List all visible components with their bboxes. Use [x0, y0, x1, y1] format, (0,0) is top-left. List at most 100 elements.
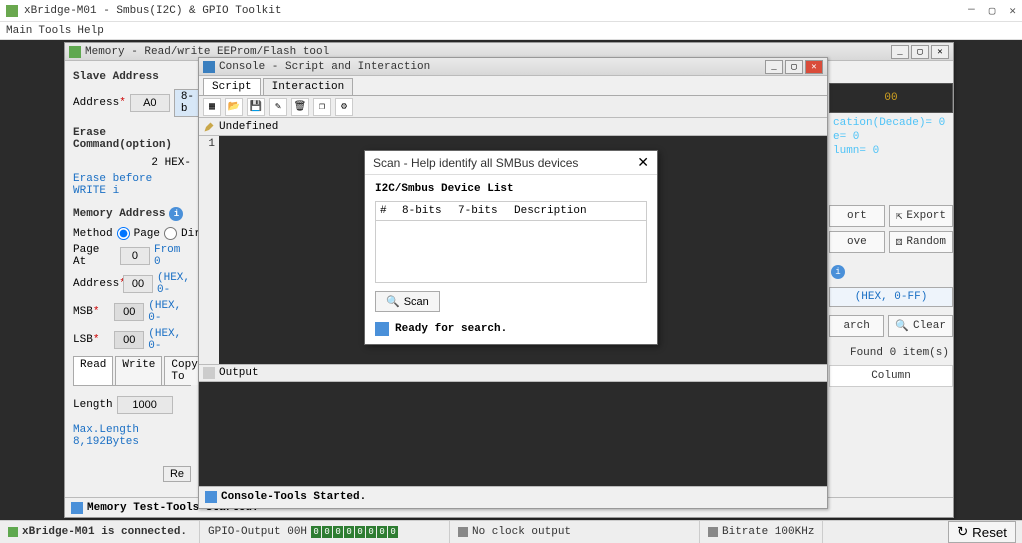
bitrate-icon	[708, 527, 718, 537]
tab-write[interactable]: Write	[115, 356, 162, 385]
msb-label: MSB*	[73, 306, 110, 318]
app-statusbar: xBridge-M01 is connected. GPIO-Output 00…	[0, 520, 1022, 543]
lsb-input	[114, 331, 144, 349]
menu-help[interactable]: Help	[77, 25, 103, 37]
console-close-button[interactable]: ✕	[805, 60, 823, 74]
toolbar-run-icon[interactable]: ⚙	[335, 98, 353, 116]
menu-tools[interactable]: Tools	[38, 25, 71, 37]
address-label: Address*	[73, 97, 126, 109]
msb-input	[114, 303, 144, 321]
col-index: #	[380, 205, 402, 217]
page-at-label: Page At	[73, 244, 116, 268]
pencil-icon	[203, 121, 215, 133]
right-hex-display: 00	[829, 83, 953, 113]
console-status-text: Console-Tools Started.	[221, 491, 366, 503]
scan-status-icon	[375, 322, 389, 336]
scan-dialog: Scan - Help identify all SMBus devices ✕…	[364, 150, 658, 345]
connected-text: xBridge-M01 is connected.	[22, 526, 187, 538]
toolbar-delete-icon[interactable]: 🗑	[291, 98, 309, 116]
toolbar-edit-icon[interactable]: ✎	[269, 98, 287, 116]
export-button[interactable]: ⇱ Export	[889, 205, 953, 227]
length-input[interactable]	[117, 396, 173, 414]
import-button-clip[interactable]: ort	[829, 205, 885, 227]
address-input[interactable]	[130, 94, 170, 112]
max-length-link: Max.Length 8,192Bytes	[73, 424, 191, 448]
console-max-button[interactable]: ▢	[785, 60, 803, 74]
output-icon	[203, 367, 215, 379]
bitrate-text: Bitrate 100KHz	[722, 526, 814, 538]
console-titlebar[interactable]: Console - Script and Interaction _ ▢ ✕	[199, 58, 827, 76]
search-button-clip[interactable]: arch	[829, 315, 884, 337]
toolbar-new-icon[interactable]: ▦	[203, 98, 221, 116]
main-menubar: Main Tools Help	[0, 22, 1022, 40]
minimize-button[interactable]: —	[968, 4, 975, 18]
memory-min-button[interactable]: _	[891, 45, 909, 59]
console-toolbar: ▦ 📂 💾 ✎ 🗑 ❐ ⚙	[199, 96, 827, 118]
gpio-bits: 00000000	[311, 526, 398, 538]
connect-icon	[8, 527, 18, 537]
right-panel: 00 cation(Decade)= 0 e= 0 lumn= 0 ort ⇱ …	[829, 83, 953, 387]
status-icon	[71, 502, 83, 514]
memory-title: Memory - Read/write EEProm/Flash tool	[85, 46, 891, 58]
addr-format-button[interactable]: 8-b	[174, 89, 201, 117]
tab-interaction[interactable]: Interaction	[263, 78, 354, 95]
scan-button[interactable]: 🔍 Scan	[375, 291, 440, 312]
maximize-button[interactable]: ▢	[989, 4, 996, 18]
method-dir-radio[interactable]	[164, 227, 177, 240]
mdi-canvas: Memory - Read/write EEProm/Flash tool _ …	[0, 40, 1022, 520]
col-desc: Description	[514, 205, 642, 217]
tab-read[interactable]: Read	[73, 356, 113, 385]
addr2-input[interactable]	[123, 275, 153, 293]
right-line-e: e= 0	[833, 131, 953, 143]
addr2-label: Address*	[73, 278, 119, 290]
menu-main[interactable]: Main	[6, 25, 32, 37]
erase-before-write-link[interactable]: Erase before WRITE i	[73, 173, 191, 197]
page-at-input[interactable]	[120, 247, 150, 265]
console-status-icon	[205, 491, 217, 503]
line-gutter: 1	[199, 136, 219, 364]
tab-script[interactable]: Script	[203, 78, 261, 95]
app-title: xBridge-M01 - Smbus(I2C) & GPIO Toolkit	[24, 5, 968, 17]
info-icon-2[interactable]: i	[831, 265, 845, 279]
memory-address-label: Memory Address	[73, 208, 165, 220]
toolbar-copy-icon[interactable]: ❐	[313, 98, 331, 116]
console-min-button[interactable]: _	[765, 60, 783, 74]
page-from-link[interactable]: From 0	[154, 244, 191, 268]
toolbar-save-icon[interactable]: 💾	[247, 98, 265, 116]
memory-close-button[interactable]: ✕	[931, 45, 949, 59]
toolbar-open-icon[interactable]: 📂	[225, 98, 243, 116]
erase-hex-hint: 2 HEX-	[151, 157, 191, 169]
close-button[interactable]: ✕	[1009, 4, 1016, 18]
console-title: Console - Script and Interaction	[219, 61, 765, 73]
msb-hex-hint: (HEX, 0-	[148, 300, 191, 324]
scan-list-title: I2C/Smbus Device List	[375, 183, 647, 195]
clock-text: No clock output	[472, 526, 571, 538]
method-page-radio[interactable]	[117, 227, 130, 240]
memory-max-button[interactable]: ▢	[911, 45, 929, 59]
undefined-label: Undefined	[219, 121, 278, 133]
scan-titlebar[interactable]: Scan - Help identify all SMBus devices ✕	[365, 151, 657, 175]
scan-status-text: Ready for search.	[395, 323, 507, 335]
random-button[interactable]: ⚄ Random	[889, 231, 953, 253]
window-buttons: — ▢ ✕	[968, 4, 1016, 18]
slave-address-label: Slave Address	[73, 71, 191, 83]
scan-close-button[interactable]: ✕	[637, 154, 649, 171]
main-titlebar: xBridge-M01 - Smbus(I2C) & GPIO Toolkit …	[0, 0, 1022, 22]
console-status: Console-Tools Started.	[199, 486, 827, 506]
read-button[interactable]: Re	[163, 466, 191, 482]
move-button-clip[interactable]: ove	[829, 231, 885, 253]
method-label: Method	[73, 228, 113, 240]
col-8bits: 8-bits	[402, 205, 458, 217]
info-icon[interactable]: i	[169, 207, 183, 221]
col-7bits: 7-bits	[458, 205, 514, 217]
lsb-label: LSB*	[73, 334, 110, 346]
reset-button[interactable]: ↻ Reset	[948, 521, 1016, 543]
found-items-label: Found 0 item(s)	[829, 347, 949, 359]
lsb-hex-hint: (HEX, 0-	[148, 328, 191, 352]
output-area[interactable]	[199, 382, 827, 486]
scan-title-text: Scan - Help identify all SMBus devices	[373, 156, 637, 170]
memory-icon	[69, 46, 81, 58]
clear-button[interactable]: 🔍 Clear	[888, 315, 953, 337]
output-label: Output	[219, 367, 259, 379]
erase-cmd-label: Erase Command(option)	[73, 127, 191, 151]
